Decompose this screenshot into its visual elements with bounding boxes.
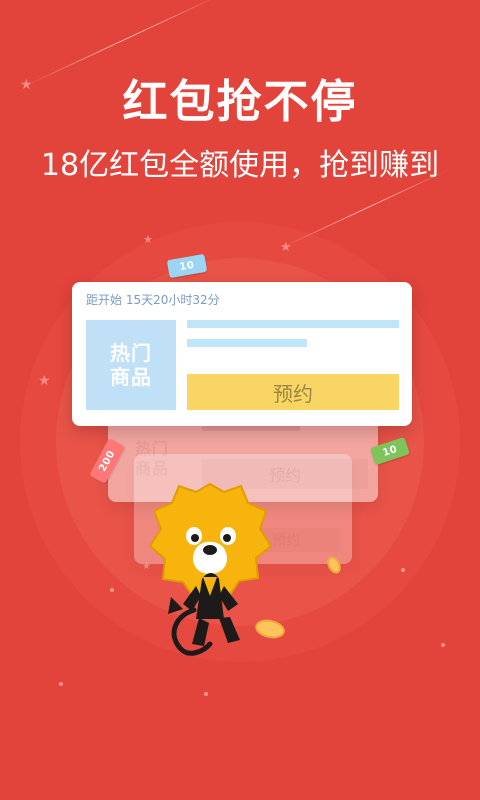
product-label-line-2: 商品	[110, 365, 152, 389]
product-image-placeholder: 热门 商品	[86, 320, 176, 410]
star-icon-left: ★	[38, 373, 51, 389]
product-label-line-2: 商品	[134, 459, 169, 478]
reserve-button[interactable]: 预约	[187, 374, 399, 410]
sparkle-dot	[401, 568, 405, 572]
promo-headline: 红包抢不停	[122, 75, 358, 128]
sparkle-dot	[441, 643, 445, 647]
sparkle-dot	[110, 588, 114, 592]
meteor-streak-top	[23, 0, 224, 87]
product-label-line-1: 热门	[134, 439, 169, 458]
product-subtitle-placeholder	[187, 339, 307, 347]
sparkle-dot	[59, 682, 63, 686]
star-icon-mid: ★	[143, 233, 153, 246]
star-icon-right: ★	[280, 240, 292, 255]
lion-mascot-icon	[140, 478, 280, 668]
hot-product-card: 距开始 15天20小时32分 热门 商品 预约	[72, 282, 412, 426]
product-title-placeholder	[187, 320, 399, 328]
promo-subtitle: 18亿红包全额使用，抢到赚到	[40, 148, 440, 183]
promo-screen: ★ ★ ★ ★ ★ 红包抢不停 18亿红包全额使用，抢到赚到 预约 热门 商品 …	[0, 0, 480, 800]
countdown-text: 距开始 15天20小时32分	[86, 293, 220, 307]
sparkle-dot	[204, 692, 208, 696]
lion-mascot-svg	[148, 482, 273, 656]
product-label-line-1: 热门	[110, 341, 152, 365]
